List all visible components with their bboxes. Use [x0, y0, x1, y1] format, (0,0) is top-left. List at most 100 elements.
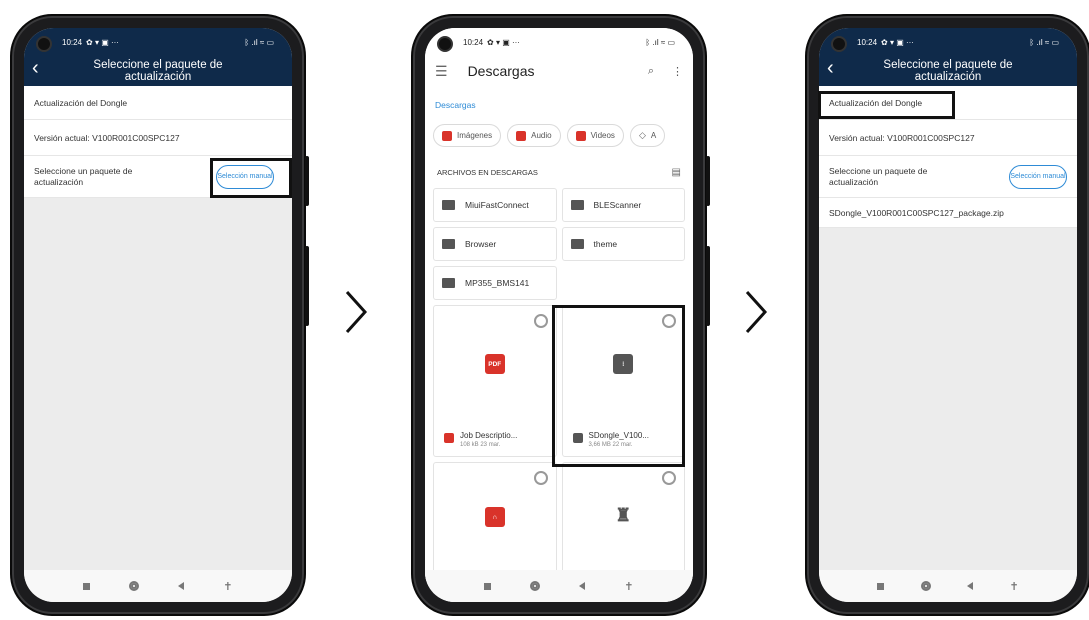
status-bar: 10:24 ✿ ▾ ▣ ··· ᛒ .ıl ≈ ▭: [425, 28, 693, 56]
selected-package-row[interactable]: SDongle_V100R001C00SPC127_package.zip: [819, 198, 1077, 228]
hamburger-menu-icon[interactable]: ☰: [435, 63, 448, 80]
file-name: Job Descriptio...: [460, 431, 518, 440]
highlight-zip-file: [552, 305, 685, 467]
back-icon[interactable]: [967, 582, 974, 590]
folder-item[interactable]: MP355_BMS141: [433, 266, 557, 300]
folder-name: Browser: [465, 239, 497, 249]
selected-package-filename: SDongle_V100R001C00SPC127_package.zip: [829, 207, 1004, 218]
app-bar: ‹ Seleccione el paquete de actualización: [24, 56, 292, 86]
status-system-icons: ᛒ .ıl ≈ ▭: [244, 37, 274, 47]
front-camera: [36, 36, 52, 52]
chip-audio[interactable]: Audio: [507, 124, 561, 147]
page-title: Descargas: [467, 63, 535, 79]
status-notification-icons: ✿ ▾ ▣ ···: [487, 37, 520, 47]
status-time: 10:24: [62, 37, 83, 47]
pdf-small-icon: [444, 433, 454, 443]
android-nav-bar: ✝: [24, 570, 292, 602]
folder-item[interactable]: MiuiFastConnect: [433, 188, 557, 222]
chip-label: A: [650, 131, 657, 140]
dongle-update-row[interactable]: Actualización del Dongle: [24, 86, 292, 120]
folder-icon: [570, 239, 584, 249]
list-view-icon[interactable]: ▤: [672, 167, 681, 178]
headphones-icon: ∩: [484, 507, 505, 527]
status-system-icons: ᛒ .ıl ≈ ▭: [645, 37, 675, 47]
downloads-header: ☰ Descargas ⌕ ⋮: [425, 56, 693, 86]
section-title: ARCHIVOS EN DESCARGAS: [437, 168, 538, 177]
current-version-row: Versión actual: V100R001C00SPC127: [819, 120, 1077, 156]
image-icon: [442, 130, 452, 141]
current-version-row: Versión actual: V100R001C00SPC127: [24, 120, 292, 156]
status-notification-icons: ✿ ▾ ▣ ···: [86, 37, 119, 47]
status-bar: 10:24 ✿ ▾ ▣ ··· ᛒ .ıl ≈ ▭: [819, 28, 1077, 56]
select-circle-icon[interactable]: [533, 314, 548, 328]
folder-name: BLEScanner: [593, 200, 642, 210]
front-camera: [831, 36, 847, 52]
more-vert-icon[interactable]: ⋮: [672, 65, 683, 78]
folder-name: theme: [593, 239, 618, 249]
file-meta: 108 kB 23 mar.: [460, 442, 501, 448]
select-package-label: Seleccione un paquete de actualización: [34, 165, 133, 187]
file-tile-pdf[interactable]: PDF Job Descriptio... 108 kB 23 mar.: [433, 305, 557, 457]
folder-name: MiuiFastConnect: [465, 200, 529, 210]
chip-label: Videos: [590, 131, 615, 140]
filter-chips: Imágenes Audio Videos ◇ A: [425, 120, 693, 157]
search-icon[interactable]: ⌕: [648, 65, 654, 78]
highlight-manual-button: [210, 158, 292, 198]
screen-update-select: 10:24 ✿ ▾ ▣ ··· ᛒ .ıl ≈ ▭ ‹ Seleccione el…: [24, 28, 292, 602]
recents-icon[interactable]: [83, 582, 91, 590]
select-circle-icon[interactable]: [533, 471, 548, 485]
front-camera: [437, 36, 453, 52]
select-package-row: Seleccione un paquete de actualización S…: [819, 156, 1077, 198]
status-time: 10:24: [463, 37, 484, 47]
chip-label: Audio: [531, 131, 552, 140]
chip-apps[interactable]: ◇ A: [629, 124, 666, 147]
chevron-right-icon: [345, 290, 368, 334]
select-circle-icon[interactable]: [662, 471, 676, 485]
folder-icon: [570, 200, 584, 210]
recents-icon[interactable]: [484, 582, 492, 590]
select-package-label: Seleccione un paquete de actualización: [829, 165, 928, 187]
chevron-right-icon: [745, 290, 768, 334]
android-nav-bar: ✝: [425, 570, 693, 602]
home-icon[interactable]: [920, 581, 931, 591]
recents-icon[interactable]: [877, 582, 885, 590]
back-arrow-icon[interactable]: ‹: [32, 58, 39, 78]
back-icon[interactable]: [178, 582, 185, 590]
files-section-header: ARCHIVOS EN DESCARGAS ▤: [425, 157, 693, 188]
status-bar: 10:24 ✿ ▾ ▣ ··· ᛒ .ıl ≈ ▭: [24, 28, 292, 56]
film-icon: [575, 130, 586, 141]
status-system-icons: ᛒ .ıl ≈ ▭: [1029, 37, 1059, 47]
folder-item[interactable]: BLEScanner: [561, 188, 685, 222]
pdf-icon: PDF: [484, 354, 505, 374]
assistant-icon[interactable]: ✝: [624, 580, 633, 593]
manual-selection-button[interactable]: Selección manual: [1009, 164, 1067, 189]
app-bar: ‹ Seleccione el paquete de actualización: [819, 56, 1077, 86]
android-icon: ♜: [613, 504, 634, 525]
home-icon[interactable]: [530, 581, 541, 591]
chip-images[interactable]: Imágenes: [433, 124, 502, 147]
folder-grid: MiuiFastConnect BLEScanner Browser theme…: [425, 188, 693, 300]
back-arrow-icon[interactable]: ‹: [827, 58, 834, 78]
folder-item[interactable]: Browser: [433, 227, 557, 261]
chip-videos[interactable]: Videos: [566, 124, 624, 147]
page-title: Seleccione el paquete de actualización: [93, 59, 223, 83]
phone-frame-1: 10:24 ✿ ▾ ▣ ··· ᛒ .ıl ≈ ▭ ‹ Seleccione el…: [10, 14, 309, 616]
current-version-label: Versión actual: V100R001C00SPC127: [829, 132, 975, 143]
status-time: 10:24: [857, 37, 878, 47]
page-title: Seleccione el paquete de actualización: [883, 59, 1013, 83]
folder-icon: [442, 239, 455, 249]
tag-icon: ◇: [638, 130, 646, 140]
assistant-icon[interactable]: ✝: [1010, 580, 1019, 593]
home-icon[interactable]: [129, 581, 140, 591]
folder-icon: [442, 200, 455, 210]
folder-name: MP355_BMS141: [465, 278, 530, 288]
folder-item[interactable]: theme: [561, 227, 685, 261]
chip-label: Imágenes: [457, 131, 493, 140]
current-version-label: Versión actual: V100R001C00SPC127: [34, 132, 180, 143]
highlight-dongle-update: [818, 91, 955, 119]
folder-icon: [442, 278, 455, 288]
android-nav-bar: ✝: [819, 570, 1077, 602]
assistant-icon[interactable]: ✝: [223, 580, 232, 593]
back-icon[interactable]: [579, 582, 586, 590]
breadcrumb[interactable]: Descargas: [425, 86, 693, 120]
